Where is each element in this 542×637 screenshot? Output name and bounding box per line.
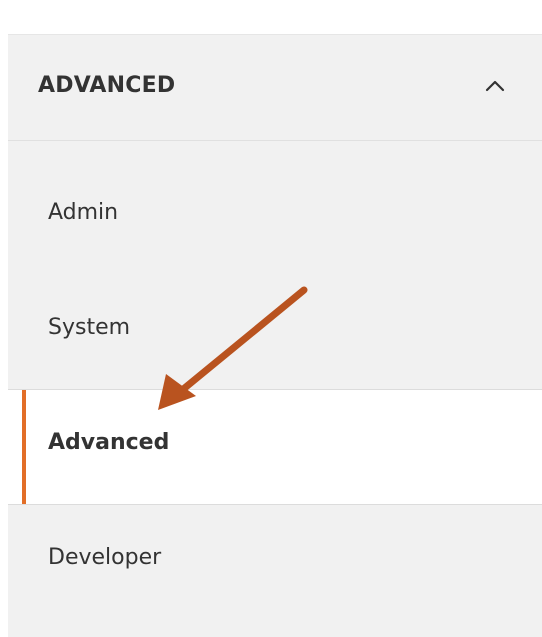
nav-item-label: Advanced: [48, 430, 170, 455]
nav-item-label: Admin: [48, 200, 119, 225]
section-header-advanced[interactable]: ADVANCED: [8, 35, 542, 141]
nav-item-developer[interactable]: Developer: [8, 505, 542, 619]
active-indicator: [22, 390, 26, 504]
section-title: ADVANCED: [38, 73, 176, 98]
nav-item-label: Developer: [48, 545, 162, 570]
nav-item-system[interactable]: System: [8, 275, 542, 389]
top-strip: [0, 0, 542, 34]
nav-item-advanced[interactable]: Advanced: [8, 389, 542, 505]
chevron-up-icon[interactable]: [483, 78, 507, 94]
nav-item-label: System: [48, 315, 131, 340]
nav-item-admin[interactable]: Admin: [8, 160, 542, 274]
